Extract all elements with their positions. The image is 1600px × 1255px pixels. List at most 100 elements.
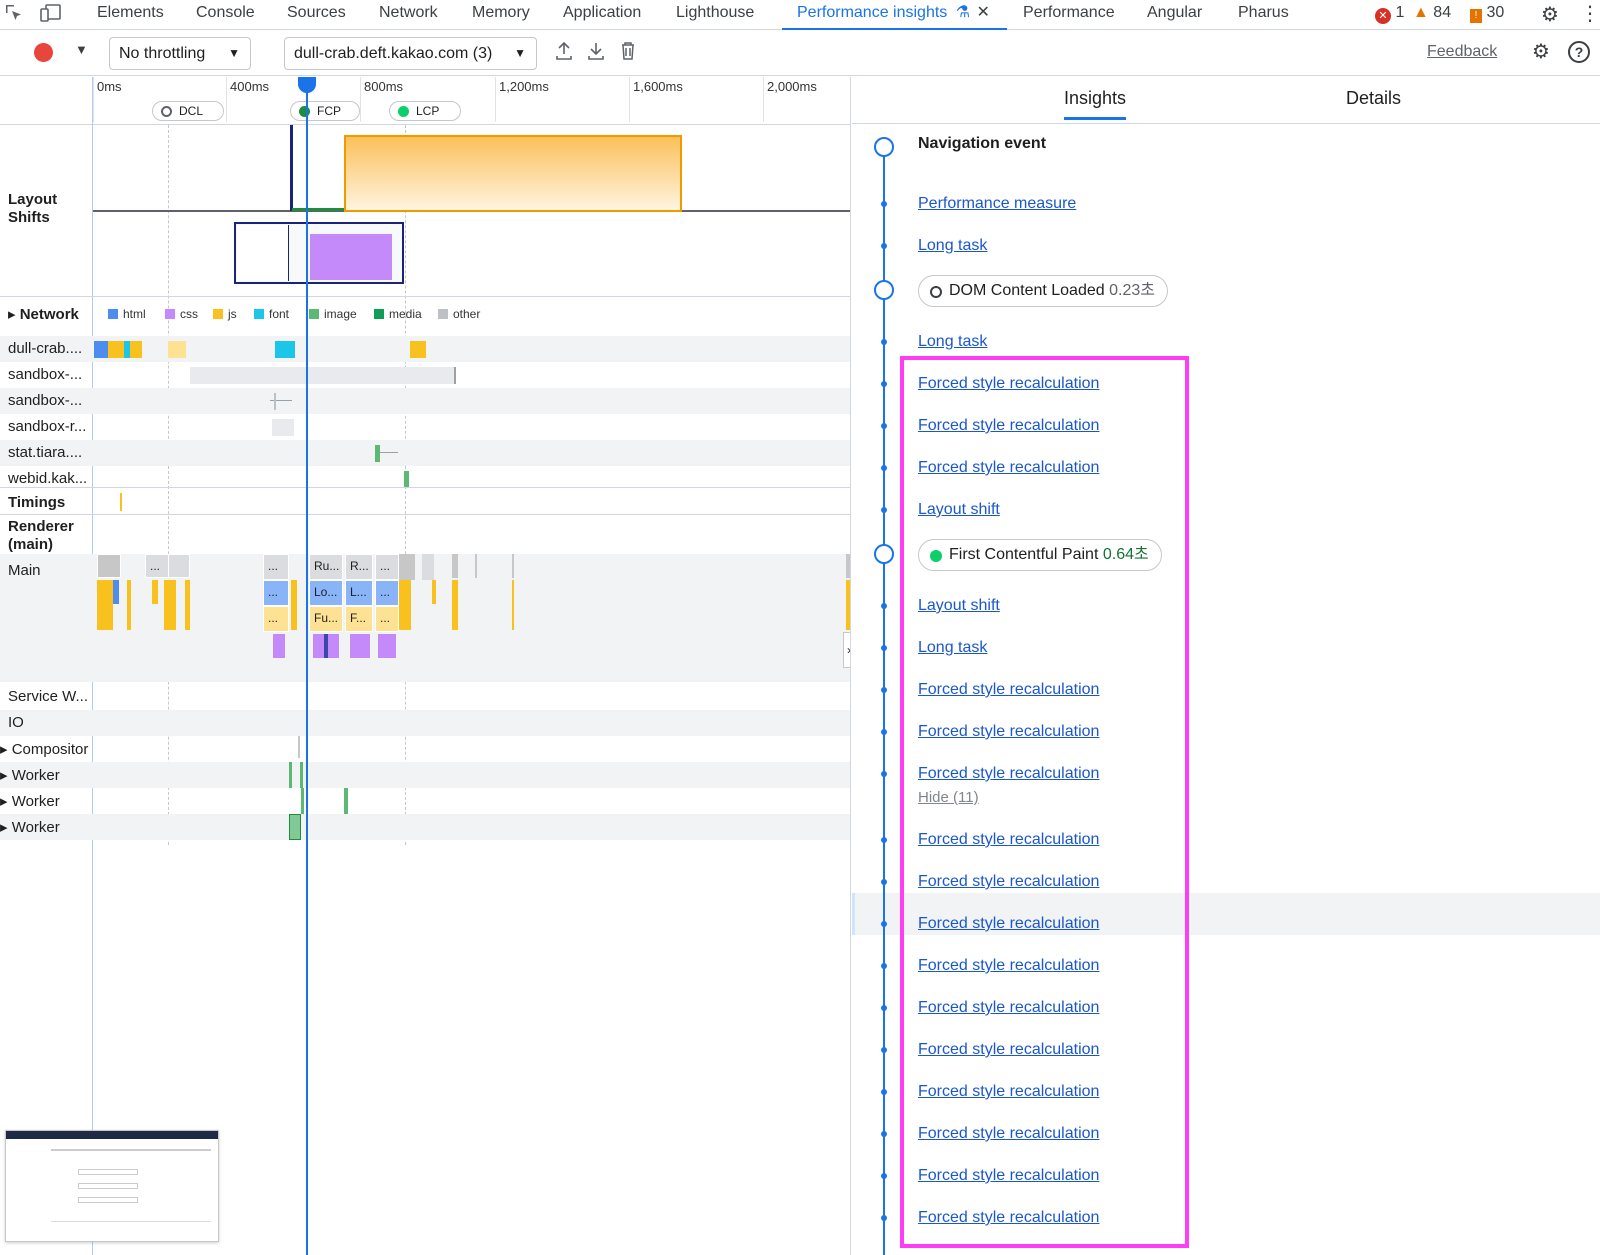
dcl-event-pill[interactable]: DOM Content Loaded 0.23초 [918, 275, 1168, 307]
recording-select[interactable]: dull-crab.deft.kakao.com (3) ▼ [284, 37, 537, 70]
hide-group-link[interactable]: Hide (11) [918, 789, 979, 806]
error-count: 1 [1395, 4, 1405, 21]
warning-counter[interactable]: ▲ 84 [1413, 4, 1451, 22]
flame-task[interactable]: ... [375, 580, 399, 606]
inspect-element-icon[interactable] [4, 3, 24, 23]
insight-forced-style-recalculation[interactable]: Forced style recalculation [918, 831, 1099, 849]
panel-settings-gear-icon[interactable]: ⚙ [1532, 39, 1550, 64]
tab-pharus[interactable]: Pharus [1238, 0, 1289, 30]
insight-forced-style-recalculation[interactable]: Forced style recalculation [918, 1167, 1099, 1185]
insight-forced-style-recalculation[interactable]: Forced style recalculation [918, 417, 1099, 435]
layout-shift-cluster[interactable] [344, 135, 682, 212]
error-counter[interactable]: ✕ 1 [1375, 4, 1404, 24]
upload-icon[interactable] [555, 41, 573, 66]
thread-row[interactable]: ▸ Compositor [0, 736, 850, 762]
insight-layout-shift[interactable]: Layout shift [918, 501, 1000, 519]
insight-forced-style-recalculation[interactable]: Forced style recalculation [918, 1083, 1099, 1101]
insight-forced-style-recalculation[interactable]: Forced style recalculation [918, 1041, 1099, 1059]
thread-row[interactable]: ▸ Worker [0, 814, 850, 840]
dcl-marker[interactable]: DCL [152, 101, 224, 121]
issues-counter[interactable]: ! 30 [1470, 4, 1504, 23]
record-button[interactable] [34, 43, 53, 62]
flame-task[interactable]: R... [345, 554, 373, 580]
insight-performance-measure[interactable]: Performance measure [918, 195, 1076, 213]
tab-details[interactable]: Details [1346, 88, 1401, 109]
feedback-link[interactable]: Feedback [1427, 43, 1497, 61]
marker-dot [299, 106, 310, 117]
insight-forced-style-recalculation[interactable]: Forced style recalculation [918, 723, 1099, 741]
lcp-marker[interactable]: LCP [389, 101, 461, 121]
insight-long-task[interactable]: Long task [918, 639, 987, 657]
settings-gear-icon[interactable]: ⚙ [1541, 2, 1559, 27]
time-ruler[interactable]: 0ms 400ms 800ms 1,200ms 1,600ms 2,000ms … [0, 77, 850, 125]
thread-row[interactable]: IO [0, 710, 850, 736]
more-options-icon[interactable]: ⋮ [1580, 1, 1600, 26]
flame-task[interactable]: ... [375, 554, 399, 580]
insight-forced-style-recalculation[interactable]: Forced style recalculation [918, 915, 1099, 933]
marker-dot [161, 106, 172, 117]
tab-sources[interactable]: Sources [287, 0, 346, 30]
timeline-panel[interactable]: 0ms 400ms 800ms 1,200ms 1,600ms 2,000ms … [0, 77, 851, 1255]
insight-forced-style-recalculation[interactable]: Forced style recalculation [918, 1125, 1099, 1143]
download-icon[interactable] [587, 41, 605, 66]
flame-task[interactable]: ... [263, 606, 289, 632]
playhead-line[interactable] [306, 77, 308, 1255]
flame-task[interactable]: Ru... [309, 554, 343, 580]
insight-forced-style-recalculation[interactable]: Forced style recalculation [918, 1209, 1099, 1227]
flame-task[interactable]: ... [375, 606, 399, 632]
timing-mark[interactable] [120, 493, 122, 511]
insight-long-task[interactable]: Long task [918, 333, 987, 351]
tab-angular[interactable]: Angular [1147, 0, 1202, 30]
close-tab-icon[interactable]: ✕ [977, 0, 990, 26]
network-row[interactable]: sandbox-r... [0, 414, 850, 440]
layout-shift-screenshot[interactable] [234, 222, 404, 284]
flame-task[interactable]: L... [345, 580, 373, 606]
marker-dot [398, 106, 409, 117]
flame-task[interactable]: ... [145, 554, 169, 578]
network-row[interactable]: sandbox-... [0, 362, 850, 388]
insight-forced-style-recalculation[interactable]: Forced style recalculation [918, 873, 1099, 891]
help-icon[interactable]: ? [1568, 41, 1590, 63]
tab-memory[interactable]: Memory [472, 0, 530, 30]
tab-lighthouse[interactable]: Lighthouse [676, 0, 754, 30]
timings-label: Timings [8, 494, 66, 511]
insight-forced-style-recalculation[interactable]: Forced style recalculation [918, 765, 1099, 783]
insight-forced-style-recalculation[interactable]: Forced style recalculation [918, 957, 1099, 975]
expand-sidebar-chevron-icon[interactable]: › [843, 632, 850, 668]
delete-trash-icon[interactable] [620, 41, 636, 66]
tab-application[interactable]: Application [563, 0, 641, 30]
network-row[interactable]: stat.tiara.... [0, 440, 850, 466]
flame-task[interactable]: F... [345, 606, 373, 632]
flame-task[interactable]: ... [263, 554, 289, 580]
tab-console[interactable]: Console [196, 0, 255, 30]
tab-network[interactable]: Network [379, 0, 438, 30]
device-toolbar-icon[interactable] [40, 3, 62, 23]
insight-forced-style-recalculation[interactable]: Forced style recalculation [918, 999, 1099, 1017]
insight-long-task[interactable]: Long task [918, 237, 987, 255]
page-screenshot-thumbnail[interactable] [5, 1130, 219, 1242]
flame-task[interactable]: Fu... [309, 606, 343, 632]
thread-row[interactable]: Service W... [0, 684, 850, 710]
thread-label: ▸ Worker [0, 767, 60, 784]
flame-task[interactable]: ... [263, 580, 289, 606]
thread-row[interactable]: ▸ Worker [0, 762, 850, 788]
tab-performance[interactable]: Performance [1023, 0, 1115, 30]
main-thread-row[interactable]: Main ... ... Ru... R... ... ... Lo... L.… [0, 554, 850, 682]
layout-shift-cluster[interactable] [290, 125, 293, 211]
tab-elements[interactable]: Elements [97, 0, 164, 30]
flame-task[interactable]: Lo... [309, 580, 343, 606]
tab-insights[interactable]: Insights [1064, 88, 1127, 120]
fcp-marker[interactable]: FCP [290, 101, 360, 121]
thread-row[interactable]: ▸ Worker [0, 788, 850, 814]
record-options-caret-icon[interactable]: ▼ [75, 42, 88, 57]
insight-forced-style-recalculation[interactable]: Forced style recalculation [918, 459, 1099, 477]
insight-forced-style-recalculation[interactable]: Forced style recalculation [918, 375, 1099, 393]
insight-forced-style-recalculation[interactable]: Forced style recalculation [918, 681, 1099, 699]
network-row[interactable]: dull-crab.... [0, 336, 850, 362]
network-label[interactable]: ▸ Network [8, 305, 79, 323]
network-row[interactable]: sandbox-... [0, 388, 850, 414]
tab-performance-insights[interactable]: Performance insights ⚗ ✕ [782, 0, 1007, 30]
fcp-event-pill[interactable]: First Contentful Paint 0.64초 [918, 539, 1162, 571]
insight-layout-shift[interactable]: Layout shift [918, 597, 1000, 615]
throttling-select[interactable]: No throttling ▼ [109, 37, 251, 70]
